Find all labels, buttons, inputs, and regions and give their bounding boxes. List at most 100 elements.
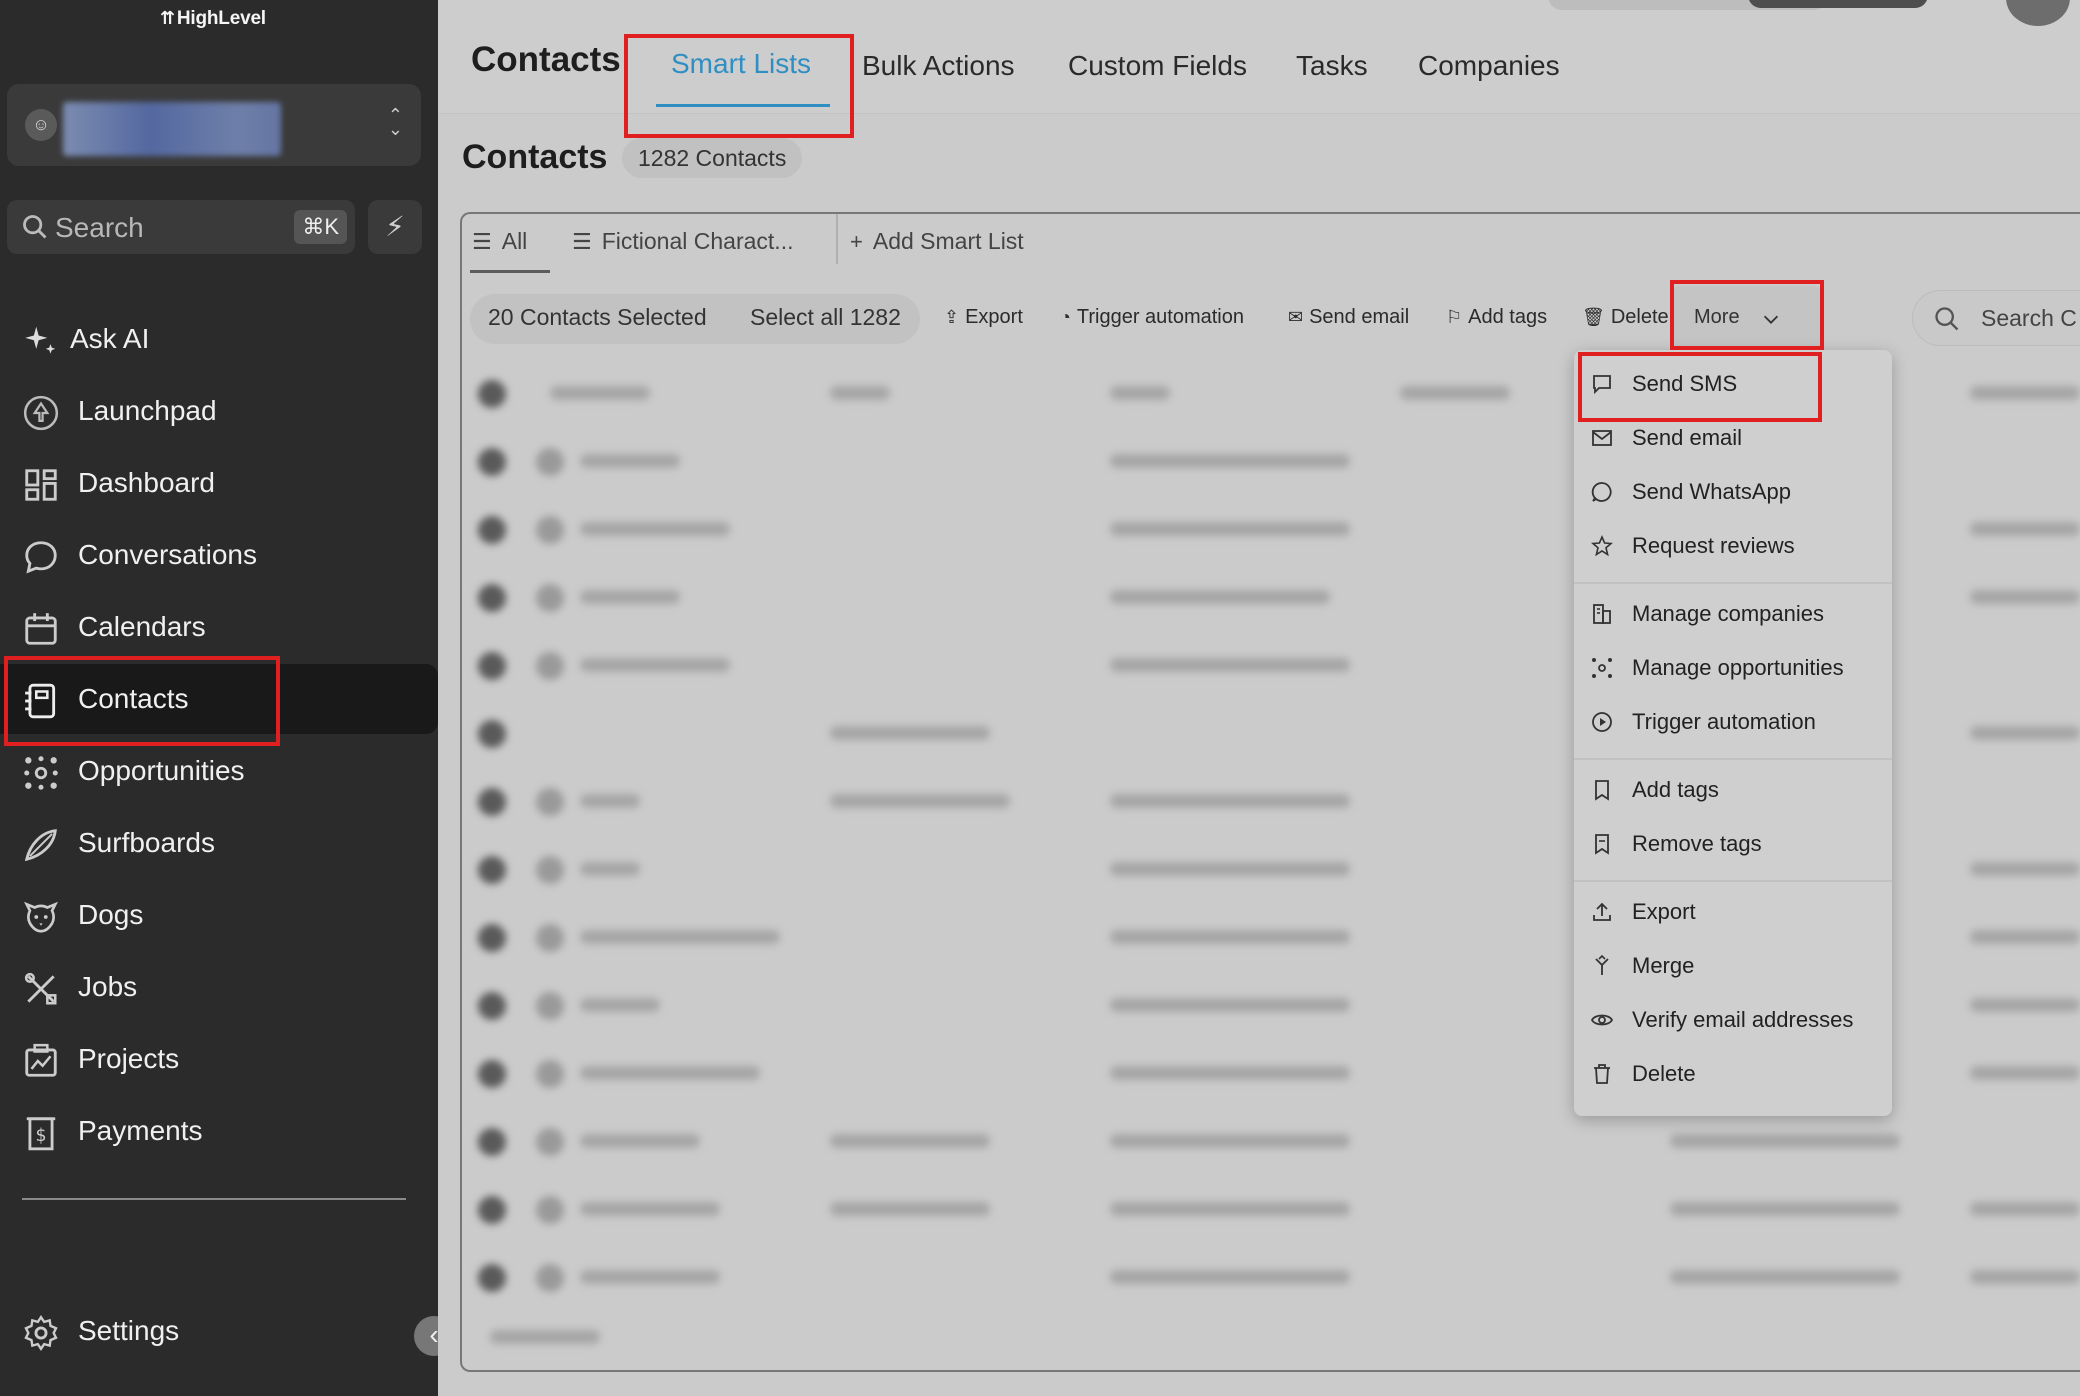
trigger-automation-button[interactable]: ◔ Trigger automation	[1060, 306, 1244, 329]
export-button[interactable]: ⇪ Export	[944, 306, 1023, 329]
phone-avatar-button[interactable]	[2006, 0, 2070, 26]
list-icon: ☰	[472, 229, 492, 254]
menu-item-manage-opportunities[interactable]: Manage opportunities	[1574, 642, 1892, 694]
search-icon	[23, 215, 47, 239]
payments-icon: $	[26, 1117, 56, 1151]
table-footer	[470, 1310, 2080, 1378]
menu-item-remove-tags[interactable]: Remove tags	[1574, 818, 1892, 870]
search-icon	[1935, 307, 1959, 331]
sidebar-item-opportunities[interactable]: Opportunities	[0, 736, 438, 806]
chevron-down-icon	[1763, 315, 1779, 324]
more-actions-button[interactable]: More	[1672, 286, 1822, 348]
sidebar-item-payments[interactable]: $ Payments	[0, 1096, 438, 1166]
opportunities-icon	[24, 756, 58, 790]
menu-item-delete[interactable]: Delete	[1574, 1048, 1892, 1100]
selected-count: 20 Contacts Selected	[488, 304, 707, 330]
upload-icon	[1593, 902, 1611, 921]
projects-icon	[25, 1043, 57, 1077]
rocket-icon	[23, 395, 59, 431]
table-row[interactable]	[470, 1176, 2080, 1244]
account-switcher[interactable]: ☺ ⌃ ⌄	[7, 84, 421, 166]
sidebar-search[interactable]: Search ⌘K	[7, 200, 355, 254]
sidebar-item-launchpad[interactable]: Launchpad	[0, 376, 438, 446]
sidebar-item-projects[interactable]: Projects	[0, 1024, 438, 1094]
tab-smart-lists[interactable]: Smart Lists	[671, 48, 811, 80]
calendar-icon	[25, 613, 57, 645]
more-actions-dropdown: Send SMS Send email Send WhatsApp Reques…	[1574, 350, 1892, 1116]
building-icon	[1593, 604, 1611, 624]
quick-action-bolt-button[interactable]: ⚡	[368, 200, 422, 254]
tab-tasks[interactable]: Tasks	[1296, 50, 1368, 82]
contacts-book-icon	[25, 683, 56, 719]
sidebar-item-jobs[interactable]: Jobs	[0, 952, 438, 1022]
list-icon: ☰	[572, 229, 592, 254]
sidebar-item-calendars[interactable]: Calendars	[0, 592, 438, 662]
page-title: Contacts	[462, 138, 608, 176]
user-icon: ☺	[25, 109, 57, 141]
tab-companies[interactable]: Companies	[1418, 50, 1560, 82]
contact-count-badge: 1282 Contacts	[622, 138, 803, 178]
mail-icon: ✉	[1288, 307, 1304, 327]
eye-icon	[1590, 1014, 1614, 1026]
upload-icon: ⇪	[944, 307, 960, 327]
tag-icon	[1595, 780, 1609, 801]
tag-icon: ⚐	[1446, 307, 1463, 327]
list-tab-all[interactable]: ☰ All	[472, 228, 527, 255]
opportunities-icon	[1592, 658, 1612, 678]
menu-divider	[1574, 582, 1892, 584]
sidebar-item-surfboards[interactable]: Surfboards	[0, 808, 438, 878]
list-tab-fictional-characters[interactable]: ☰ Fictional Charact...	[572, 228, 793, 255]
menu-divider	[1574, 880, 1892, 882]
dashboard-icon	[25, 469, 57, 501]
sidebar-item-dashboard[interactable]: Dashboard	[0, 448, 438, 518]
automation-icon: ◔	[1060, 307, 1071, 327]
plus-icon: +	[850, 229, 863, 254]
sidebar-item-ask-ai[interactable]: Ask AI	[0, 304, 438, 374]
search-placeholder: Search	[55, 212, 144, 243]
account-name-redacted	[63, 102, 281, 156]
menu-item-send-email[interactable]: Send email	[1574, 412, 1892, 464]
send-email-button[interactable]: ✉ Send email	[1288, 306, 1409, 329]
tools-icon	[24, 972, 57, 1005]
logo-icon: ⇈	[160, 8, 175, 28]
menu-item-trigger-automation[interactable]: Trigger automation	[1574, 696, 1892, 748]
menu-divider	[1574, 758, 1892, 760]
updates-pill[interactable]	[1748, 0, 1928, 8]
shortcut-badge: ⌘K	[294, 210, 347, 244]
menu-item-request-reviews[interactable]: Request reviews	[1574, 520, 1892, 572]
brand-logo[interactable]: ⇈ HighLevel	[160, 8, 266, 30]
sms-icon	[1593, 375, 1611, 395]
chevron-up-down-icon: ⌃ ⌄	[387, 105, 403, 139]
sparkle-icon	[25, 326, 56, 354]
menu-item-merge[interactable]: Merge	[1574, 940, 1892, 992]
top-tab-bar: Contacts Smart Lists Bulk Actions Custom…	[438, 0, 2080, 114]
whatsapp-icon	[1591, 482, 1612, 502]
list-tabs-separator	[836, 214, 838, 264]
table-row[interactable]	[470, 1244, 2080, 1312]
sidebar: ⇈ HighLevel ☺ ⌃ ⌄ Search ⌘K ⚡ Ask AI Launc…	[0, 0, 438, 1396]
sidebar-item-contacts[interactable]: Contacts	[0, 664, 438, 734]
menu-item-verify-email[interactable]: Verify email addresses	[1574, 994, 1892, 1046]
tab-bulk-actions[interactable]: Bulk Actions	[862, 50, 1015, 82]
select-all-button[interactable]: Select all 1282	[750, 304, 901, 331]
menu-item-manage-companies[interactable]: Manage companies	[1574, 588, 1892, 640]
add-tags-button[interactable]: ⚐ Add tags	[1446, 306, 1547, 329]
automation-icon	[1592, 712, 1612, 732]
menu-item-send-whatsapp[interactable]: Send WhatsApp	[1574, 466, 1892, 518]
merge-icon	[1595, 954, 1609, 975]
mail-icon	[1592, 430, 1612, 446]
add-smart-list-button[interactable]: + Add Smart List	[850, 228, 1024, 255]
sidebar-item-settings[interactable]: Settings	[0, 1296, 438, 1366]
tag-remove-icon	[1595, 834, 1609, 855]
menu-item-export[interactable]: Export	[1574, 886, 1892, 938]
delete-button[interactable]: 🗑 Delete	[1582, 306, 1669, 329]
contacts-search-input[interactable]: Search C	[1912, 290, 2080, 346]
sidebar-item-conversations[interactable]: Conversations	[0, 520, 438, 590]
sidebar-divider	[22, 1198, 406, 1200]
menu-item-send-sms[interactable]: Send SMS	[1574, 358, 1892, 410]
table-row[interactable]	[470, 1108, 2080, 1176]
tab-custom-fields[interactable]: Custom Fields	[1068, 50, 1247, 82]
menu-item-add-tags[interactable]: Add tags	[1574, 764, 1892, 816]
trash-icon: 🗑	[1582, 307, 1605, 327]
sidebar-item-dogs[interactable]: Dogs	[0, 880, 438, 950]
